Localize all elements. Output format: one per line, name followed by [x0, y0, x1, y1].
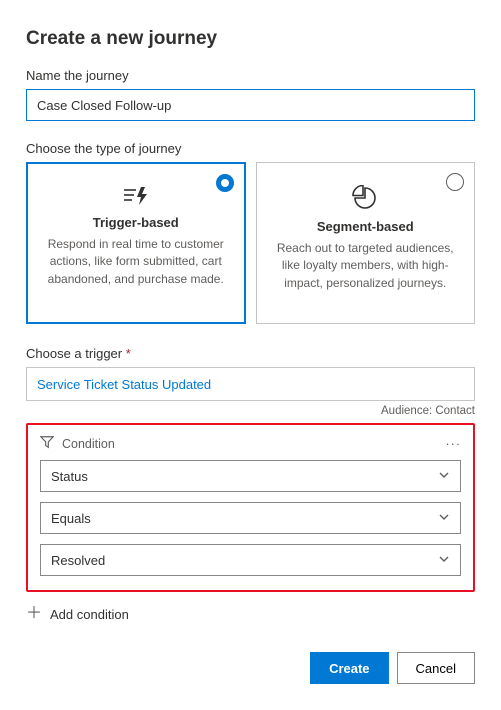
condition-header: Condition	[62, 437, 438, 451]
chevron-down-icon	[438, 511, 450, 526]
condition-operator-select[interactable]: Equals	[40, 502, 461, 534]
add-condition-button[interactable]: ＋ Add condition	[26, 604, 475, 624]
condition-attribute-select[interactable]: Status	[40, 460, 461, 492]
type-label: Choose the type of journey	[26, 141, 475, 156]
type-card-trigger-based[interactable]: Trigger-based Respond in real time to cu…	[26, 162, 246, 324]
chevron-down-icon	[438, 469, 450, 484]
plus-icon: ＋	[26, 606, 42, 622]
segment-icon	[352, 185, 378, 211]
trigger-icon	[121, 185, 151, 207]
radio-icon	[216, 174, 234, 192]
trigger-label: Choose a trigger *	[26, 346, 475, 361]
card-title: Trigger-based	[45, 215, 227, 230]
type-card-segment-based[interactable]: Segment-based Reach out to targeted audi…	[256, 162, 476, 324]
page-title: Create a new journey	[26, 28, 475, 50]
condition-value-select[interactable]: Resolved	[40, 544, 461, 576]
audience-label: Audience: Contact	[26, 405, 475, 417]
journey-name-input[interactable]	[26, 89, 475, 121]
more-icon[interactable]: ···	[446, 437, 462, 451]
filter-icon	[40, 435, 54, 452]
card-desc: Respond in real time to customer actions…	[45, 236, 227, 288]
radio-icon	[446, 173, 464, 191]
required-mark: *	[126, 346, 131, 361]
name-label: Name the journey	[26, 68, 475, 83]
trigger-select[interactable]: Service Ticket Status Updated	[26, 367, 475, 401]
chevron-down-icon	[438, 553, 450, 568]
condition-block: Condition ··· Status Equals Resolved	[26, 423, 475, 592]
card-desc: Reach out to targeted audiences, like lo…	[275, 240, 457, 292]
card-title: Segment-based	[275, 219, 457, 234]
